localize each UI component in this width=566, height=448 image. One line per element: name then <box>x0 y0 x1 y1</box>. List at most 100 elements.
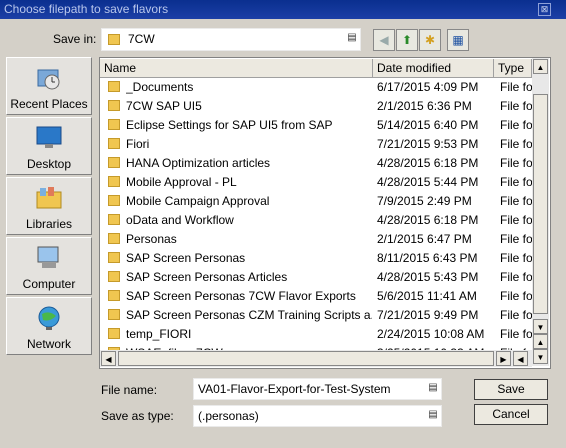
file-date: 7/21/2015 9:53 PM <box>377 137 479 151</box>
scroll-left-button[interactable]: ◀ <box>513 351 528 366</box>
file-row[interactable]: Mobile Campaign Approval 7/9/2015 2:49 PM… <box>100 192 532 211</box>
cancel-button[interactable]: Cancel <box>474 404 548 425</box>
file-type: File fo <box>500 308 532 322</box>
file-row[interactable]: Fiori 7/21/2015 9:53 PM File fo <box>100 135 532 154</box>
file-date: 4/28/2015 6:18 PM <box>377 213 479 227</box>
place-label: Computer <box>22 277 76 291</box>
place-recent-places[interactable]: Recent Places <box>6 57 92 115</box>
scroll-thumb-horizontal[interactable] <box>118 351 494 366</box>
file-date: 5/14/2015 6:40 PM <box>377 118 479 132</box>
folder-icon <box>108 309 120 320</box>
file-type: File fo <box>500 213 532 227</box>
file-name: SAP Screen Personas Articles <box>126 270 288 284</box>
places-bar: Recent Places Desktop Libraries Computer… <box>6 57 92 357</box>
place-computer[interactable]: Computer <box>6 237 92 295</box>
place-libraries[interactable]: Libraries <box>6 177 92 235</box>
dropdown-icon: ▤ <box>428 382 438 393</box>
file-row[interactable]: Mobile Approval - PL 4/28/2015 5:44 PM Fil… <box>100 173 532 192</box>
file-row[interactable]: _Documents 6/17/2015 4:09 PM File fo <box>100 78 532 97</box>
file-type: File fo <box>500 270 532 284</box>
file-name: Eclipse Settings for SAP UI5 from SAP <box>126 118 333 132</box>
file-list[interactable]: Name Date modified Type _Documents 6/17/2… <box>99 57 551 369</box>
file-name: Fiori <box>126 137 150 151</box>
file-type: File fo <box>500 137 532 151</box>
file-name-label: File name: <box>101 383 158 397</box>
file-row[interactable]: temp_FIORI 2/24/2015 10:08 AM File fo <box>100 325 532 344</box>
file-type: File fo <box>500 232 532 246</box>
window-title: Choose filepath to save flavors <box>4 2 169 16</box>
column-header-name[interactable]: Name <box>100 59 373 78</box>
file-type: File fo <box>500 327 532 341</box>
column-header-type[interactable]: Type <box>494 59 532 78</box>
dropdown-icon: ▤ <box>347 32 357 43</box>
file-type: File fo <box>500 99 532 113</box>
file-type: File fo <box>500 175 532 189</box>
file-name-value: VA01-Flavor-Export-for-Test-System <box>198 382 391 396</box>
scroll-thumb[interactable] <box>533 94 548 314</box>
save-as-type-label: Save as type: <box>101 409 174 423</box>
recent-places-icon <box>37 69 60 90</box>
file-date: 4/28/2015 6:18 PM <box>377 156 479 170</box>
place-label: Network <box>26 337 71 351</box>
folder-icon <box>108 328 120 339</box>
title-bar: Choose filepath to save flavors ⊠ <box>0 0 566 19</box>
dropdown-icon: ▤ <box>428 409 438 420</box>
folder-icon <box>108 34 120 45</box>
back-button[interactable]: ◀ <box>373 29 395 51</box>
horizontal-scrollbar[interactable]: ◀ ▶ ◀ <box>100 350 532 367</box>
folder-icon <box>108 100 120 111</box>
views-menu-button[interactable]: ▦ <box>447 29 469 51</box>
file-row[interactable]: oData and Workflow 4/28/2015 6:18 PM File … <box>100 211 532 230</box>
file-row[interactable]: 7CW SAP UI5 2/1/2015 6:36 PM File fo <box>100 97 532 116</box>
scroll-up-button[interactable]: ▲ <box>533 59 548 74</box>
file-date: 7/9/2015 2:49 PM <box>377 194 472 208</box>
folder-icon <box>108 252 120 263</box>
file-name: _Documents <box>126 80 194 94</box>
libraries-icon <box>36 187 62 209</box>
scroll-down-button[interactable]: ▼ <box>533 349 548 364</box>
folder-icon <box>108 138 120 149</box>
place-desktop[interactable]: Desktop <box>6 117 92 175</box>
file-date: 8/11/2015 6:43 PM <box>377 251 478 265</box>
save-in-label: Save in: <box>53 32 97 46</box>
computer-icon <box>37 246 59 268</box>
vertical-scrollbar[interactable]: ▲ ▼ ▲ ▼ <box>532 58 549 366</box>
folder-icon <box>108 195 120 206</box>
folder-icon <box>108 214 120 225</box>
folder-icon <box>108 176 120 187</box>
file-row[interactable]: Eclipse Settings for SAP UI5 from SAP 5/1… <box>100 116 532 135</box>
file-date: 6/17/2015 4:09 PM <box>377 80 479 94</box>
file-row[interactable]: SAP Screen Personas Articles 4/28/2015 5:… <box>100 268 532 287</box>
file-name: Mobile Campaign Approval <box>126 194 270 208</box>
save-in-dropdown[interactable]: 7CW ▤ <box>101 28 361 51</box>
up-folder-button[interactable]: ⬆ <box>396 29 418 51</box>
file-name: SAP Screen Personas 7CW Flavor Exports <box>126 289 356 303</box>
file-date: 4/28/2015 5:44 PM <box>377 175 479 189</box>
folder-icon <box>108 81 120 92</box>
scroll-up-button[interactable]: ▲ <box>533 334 548 349</box>
file-type: File fo <box>500 194 532 208</box>
scroll-right-button[interactable]: ▶ <box>496 351 511 366</box>
file-row[interactable]: HANA Optimization articles 4/28/2015 6:18… <box>100 154 532 173</box>
file-name: temp_FIORI <box>126 327 192 341</box>
file-row[interactable]: SAP Screen Personas 7CW Flavor Exports 5/… <box>100 287 532 306</box>
file-row[interactable]: SAP Screen Personas 8/11/2015 6:43 PM File… <box>100 249 532 268</box>
scroll-down-button[interactable]: ▼ <box>533 319 548 334</box>
folder-icon <box>108 290 120 301</box>
file-name: Personas <box>126 232 177 246</box>
file-row[interactable]: Personas 2/1/2015 6:47 PM File fo <box>100 230 532 249</box>
save-as-type-value: (.personas) <box>198 409 259 423</box>
place-network[interactable]: Network <box>6 297 92 355</box>
file-type: File fo <box>500 80 532 94</box>
file-type: File fo <box>500 118 532 132</box>
column-header-date[interactable]: Date modified <box>373 59 494 78</box>
save-button[interactable]: Save <box>474 379 548 400</box>
close-icon[interactable]: ⊠ <box>538 3 551 16</box>
network-icon <box>38 306 60 330</box>
file-row[interactable]: SAP Screen Personas CZM Training Scripts… <box>100 306 532 325</box>
save-as-type-dropdown[interactable]: (.personas) ▤ <box>193 405 442 427</box>
file-date: 7/21/2015 9:49 PM <box>377 308 479 322</box>
scroll-left-button[interactable]: ◀ <box>101 351 116 366</box>
file-name-input[interactable]: VA01-Flavor-Export-for-Test-System ▤ <box>193 378 442 400</box>
new-folder-button[interactable]: ✱ <box>419 29 441 51</box>
